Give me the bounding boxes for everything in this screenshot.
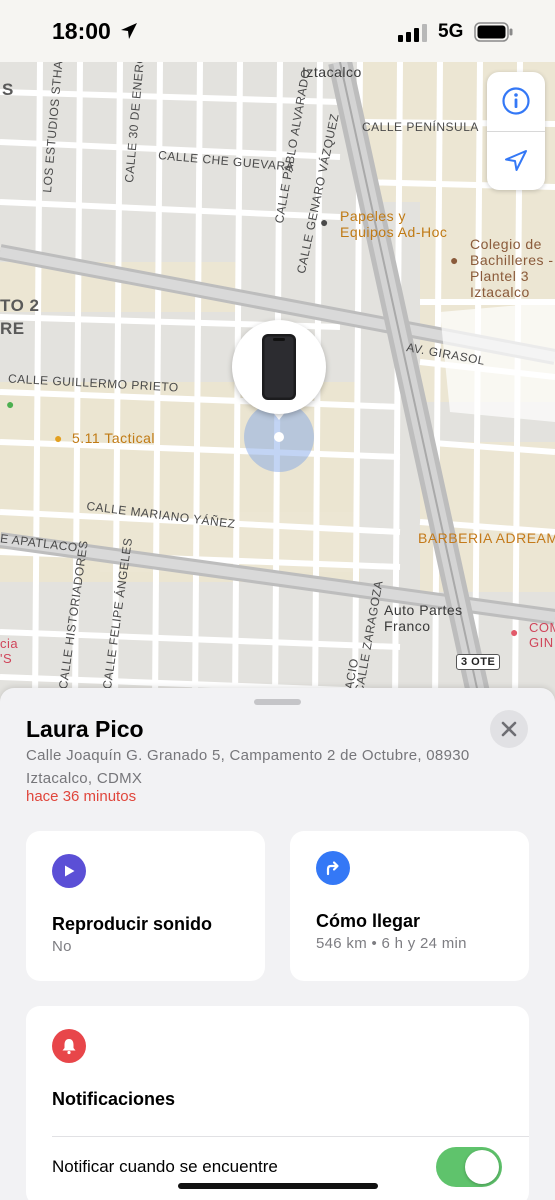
device-address: Calle Joaquín G. Granado 5, Campamento 2… <box>26 747 470 787</box>
device-pin[interactable] <box>232 320 326 414</box>
iphone-icon <box>262 334 296 400</box>
signal-icon <box>398 24 428 47</box>
notify-when-found-label: Notificar cuando se encuentre <box>52 1157 278 1176</box>
sheet-grabber[interactable] <box>254 699 301 705</box>
close-icon <box>501 721 517 737</box>
tactical-pin-icon: ● <box>54 430 63 446</box>
play-sound-subtitle: No <box>52 938 72 955</box>
device-detail-sheet: Laura Pico Calle Joaquín G. Granado 5, C… <box>0 688 555 1200</box>
home-indicator[interactable] <box>178 1183 378 1189</box>
map-label-re: RE <box>0 319 25 338</box>
map-controls <box>487 72 545 190</box>
info-icon <box>502 87 530 115</box>
map-poi-com: COM GIN <box>529 620 555 650</box>
directions-subtitle: 546 km • 6 h y 24 min <box>316 935 467 952</box>
papeles-pin-icon: ● <box>320 214 329 230</box>
network-type: 5G <box>438 21 464 42</box>
directions-title: Cómo llegar <box>316 911 421 931</box>
map-poi-papeles: Papeles y Equipos Ad-Hoc <box>340 208 448 240</box>
close-button[interactable] <box>490 710 528 748</box>
toggle-knob <box>465 1150 499 1184</box>
map-poi-tactical: 5.11 Tactical <box>72 430 156 446</box>
map-label-calle-peninsula: CALLE PENÍNSULA <box>362 120 479 134</box>
map-label-s: S <box>2 80 14 99</box>
last-seen-time: hace 36 minutos <box>26 788 137 805</box>
info-button[interactable] <box>487 72 545 130</box>
notify-when-found-toggle[interactable] <box>436 1147 502 1187</box>
school-pin-icon: ● <box>450 252 459 268</box>
map-poi-auto-partes: Auto Partes Franco <box>384 602 463 634</box>
device-name: Laura Pico <box>26 716 144 742</box>
battery-icon <box>474 22 514 47</box>
route-badge: 3 OTE <box>456 654 501 670</box>
bell-icon <box>52 1029 86 1063</box>
play-icon <box>52 854 86 888</box>
status-bar: 18:00 5G <box>0 0 555 62</box>
directions-card[interactable]: Cómo llegar 546 km • 6 h y 24 min <box>290 831 529 981</box>
map-poi-cia: cia 'S <box>0 636 19 666</box>
location-arrow-icon <box>120 22 138 45</box>
location-arrow-outline-icon <box>505 150 527 171</box>
map-poi-barberia: BARBERIA ADREAM <box>418 530 555 546</box>
notifications-title: Notificaciones <box>52 1089 176 1109</box>
red-pin-icon: ● <box>510 624 519 640</box>
green-pin-icon: ● <box>6 396 15 412</box>
directions-icon <box>316 851 350 885</box>
map-view[interactable]: Iztacalco CALLE PENÍNSULA CALLE CHE GUEV… <box>0 62 555 702</box>
status-time: 18:00 <box>52 18 111 44</box>
map-label-to2: TO 2 <box>0 296 40 315</box>
notifications-card: Notificaciones Notificar cuando se encue… <box>26 1006 529 1200</box>
notifications-divider <box>52 1136 529 1137</box>
play-sound-card[interactable]: Reproducir sonido No <box>26 831 265 981</box>
play-sound-title: Reproducir sonido <box>52 914 213 934</box>
map-poi-colegio: Colegio de Bachilleres - Plantel 3 Iztac… <box>470 236 554 300</box>
locate-button[interactable] <box>487 132 545 190</box>
location-dot <box>274 432 284 442</box>
